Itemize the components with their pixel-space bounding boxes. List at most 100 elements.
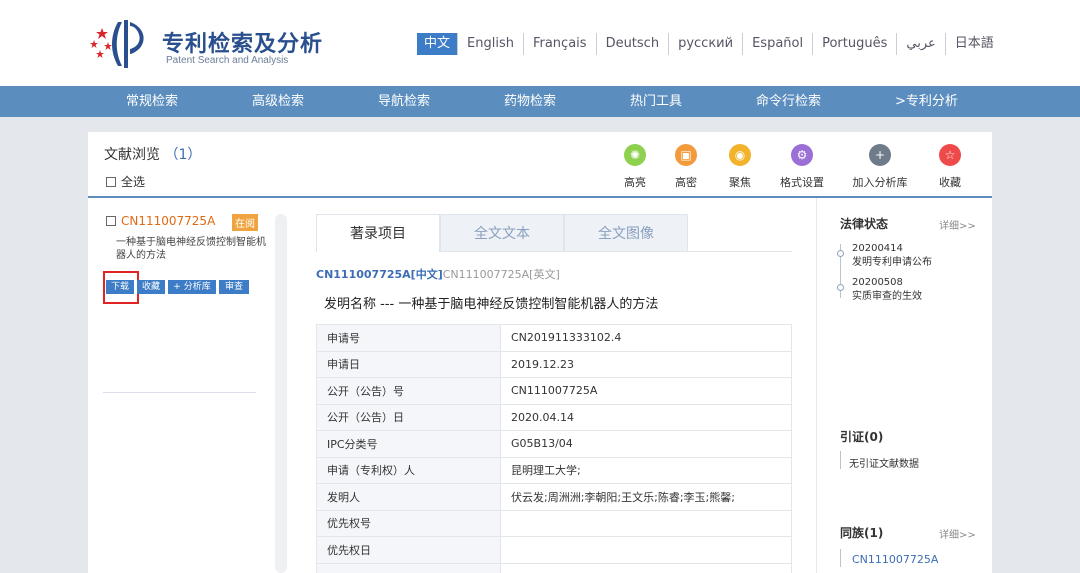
legal-status-title: 法律状态 [840,217,889,231]
format-settings-label: 格式设置 [780,176,824,189]
lang-en[interactable]: English [457,33,523,55]
main-nav: 常规检索 高级检索 导航检索 药物检索 热门工具 命令行检索 >专利分析 [0,86,1080,117]
favorite-label: 收藏 [939,176,961,189]
collect-button[interactable]: 收藏 [137,280,165,294]
favorite-button[interactable]: ☆ 收藏 [930,144,970,190]
language-bar: 中文 English Français Deutsch русский Espa… [417,33,1003,55]
dense-button[interactable]: ▣ 高密 [666,144,706,190]
row-value: 伏云发;周洲洲;李朝阳;王文乐;陈睿;李玉;熊馨; [500,483,792,511]
document-detail: 著录项目 全文文本 全文图像 CN111007725A[中文]CN1110077… [316,214,796,573]
table-row: 发明人 伏云发;周洲洲;李朝阳;王文乐;陈睿;李玉;熊馨; [316,483,792,511]
examine-button[interactable]: 审查 [219,280,249,294]
table-row: 申请号 CN201911333102.4 [316,324,792,352]
nav-command-search[interactable]: 命令行检索 [756,86,821,117]
nav-drug-search[interactable]: 药物检索 [504,86,556,117]
tab-full-image[interactable]: 全文图像 [564,214,688,252]
result-id[interactable]: CN111007725A [121,214,215,228]
focus-label: 聚焦 [729,176,751,189]
download-button[interactable]: 下载 [106,280,134,294]
result-title[interactable]: 一种基于脑电神经反馈控制智能机器人的方法 [116,236,266,262]
family-title: 同族(1) [840,526,884,540]
row-key: 公开（公告）日 [316,403,501,431]
row-key: 申请日 [316,350,501,378]
lang-fr[interactable]: Français [522,33,596,55]
row-value: 昆明理工大学; [500,456,792,484]
row-key [316,562,501,573]
reading-badge: 在阅 [232,214,258,231]
result-list: CN111007725A 在阅 一种基于脑电神经反馈控制智能机器人的方法 下载 … [88,198,287,573]
lang-es[interactable]: Español [742,33,812,55]
focus-button[interactable]: ◉ 聚焦 [720,144,760,190]
table-row: 申请日 2019.12.23 [316,350,792,378]
logo[interactable]: 专利检索及分析 Patent Search and Analysis [88,16,338,70]
citation-value: 无引证文献数据 [849,459,919,470]
add-library-label: 加入分析库 [852,176,908,189]
table-row: 优先权号 [316,509,792,537]
row-value: G05B13/04 [500,430,792,458]
doc-link-chinese[interactable]: CN111007725A[中文] [316,268,443,281]
family-link[interactable]: CN111007725A [852,553,938,566]
table-row: 优先权日 [316,536,792,564]
row-value: 2019.12.23 [500,350,792,378]
row-value [500,509,792,537]
divider [103,392,256,393]
nav-hot-tools[interactable]: 热门工具 [630,86,682,117]
family-more-link[interactable]: 详细>> [939,526,976,541]
result-item-link[interactable]: CN111007725A [106,214,215,228]
tab-bibliographic[interactable]: 著录项目 [316,214,440,252]
timeline-dot [837,250,844,257]
lang-ar[interactable]: عربي [896,33,944,55]
row-key: 优先权号 [316,509,501,537]
format-settings-icon: ⚙ [791,144,813,166]
nav-patent-analysis[interactable]: >专利分析 [895,86,958,117]
format-settings-button[interactable]: ⚙ 格式设置 [776,144,828,190]
scrollbar[interactable] [275,214,287,573]
lang-pt[interactable]: Português [812,33,896,55]
citation-title: 引证(0) [840,430,884,444]
legal-event-2: 20200508 实质审查的生效 [852,276,922,304]
checkbox-icon[interactable] [106,176,116,187]
legal-event-date: 20200414 [852,243,903,254]
select-all-checkbox[interactable]: 全选 [106,173,145,190]
legal-event-1: 20200414 发明专利申请公布 [852,242,932,270]
table-row: 申请（专利权）人 昆明理工大学; [316,456,792,484]
logo-subtitle: Patent Search and Analysis [166,55,289,66]
doc-link-english[interactable]: CN111007725A[英文] [443,268,560,281]
row-value: CN111007725A [500,377,792,405]
invention-name: 发明名称 --- 一种基于脑电神经反馈控制智能机器人的方法 [324,297,659,312]
page-title-text: 文献浏览 [104,147,160,163]
detail-tabs: 著录项目 全文文本 全文图像 [316,214,688,252]
table-row: 公开（公告）号 CN111007725A [316,377,792,405]
highlight-icon: ✺ [624,144,646,166]
row-key: 发明人 [316,483,501,511]
timeline-dot [837,284,844,291]
highlight-button[interactable]: ✺ 高亮 [615,144,655,190]
right-sidebar: 法律状态 详细>> 20200414 发明专利申请公布 20200508 实质审… [816,198,992,573]
result-checkbox-icon[interactable] [106,216,116,226]
add-library-button[interactable]: + 加入分析库 [850,144,910,190]
add-library-icon: + [869,144,891,166]
lang-de[interactable]: Deutsch [595,33,669,55]
row-value: 2020.04.14 [500,403,792,431]
legal-event-desc: 发明专利申请公布 [852,257,932,268]
add-analysis-library-button[interactable]: + 分析库 [168,280,216,294]
nav-general-search[interactable]: 常规检索 [126,86,178,117]
logo-title: 专利检索及分析 [162,32,324,57]
lang-ru[interactable]: русский [668,33,742,55]
tab-full-text[interactable]: 全文文本 [440,214,564,252]
legal-event-date: 20200508 [852,277,903,288]
nav-navigation-search[interactable]: 导航检索 [378,86,430,117]
logo-emblem-icon [90,20,144,68]
toolbar: 文献浏览 （1） 全选 ✺ 高亮 ▣ 高密 ◉ 聚焦 ⚙ 格式设置 + 加入分析… [88,132,992,198]
legal-status-more-link[interactable]: 详细>> [939,217,976,232]
row-key: 申请号 [316,324,501,352]
legal-event-desc: 实质审查的生效 [852,291,922,302]
lang-ja[interactable]: 日本語 [944,33,1003,55]
nav-advanced-search[interactable]: 高级检索 [252,86,304,117]
row-value [500,562,792,573]
row-value: CN201911333102.4 [500,324,792,352]
family-bar [840,549,841,567]
header: 专利检索及分析 Patent Search and Analysis 中文 En… [0,0,1080,86]
favorite-icon: ☆ [939,144,961,166]
lang-zh[interactable]: 中文 [417,33,458,55]
